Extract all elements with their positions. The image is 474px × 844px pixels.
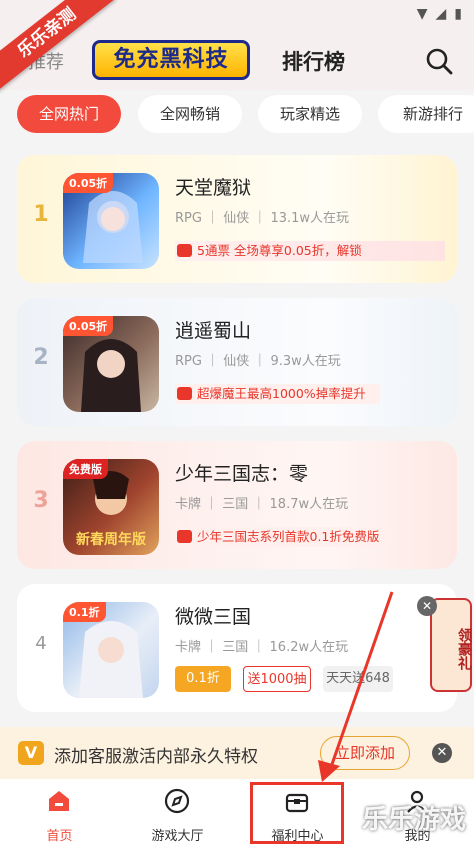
gift-float-button[interactable]: 领豪礼 bbox=[430, 598, 472, 692]
discount-badge: 免费版 bbox=[63, 459, 108, 479]
gift-label: 领豪礼 bbox=[456, 628, 472, 670]
top-header: 推荐 免充黑科技 排行榜 bbox=[0, 30, 474, 90]
signal-icon: ◢ bbox=[435, 6, 447, 22]
nav-home[interactable]: 首页 bbox=[12, 779, 107, 844]
game-card[interactable]: 4 0.1折 微微三国 卡牌 ｜ 三国 ｜ 16.2w人在玩 0.1折 送100… bbox=[17, 584, 457, 712]
service-banner: V 添加客服激活内部永久特权 立即添加 ✕ bbox=[0, 727, 474, 779]
gift-tag: 送1000抽 bbox=[243, 666, 311, 692]
game-thumbnail: 0.05折 bbox=[63, 316, 159, 412]
game-meta: RPG ｜ 仙侠 ｜ 13.1w人在玩 bbox=[175, 211, 350, 226]
game-title: 天堂魔狱 bbox=[175, 177, 252, 199]
message-icon bbox=[177, 530, 192, 543]
search-button[interactable] bbox=[424, 46, 454, 76]
home-icon bbox=[49, 791, 69, 811]
message-icon bbox=[177, 387, 192, 400]
game-card[interactable]: 1 0.05折 天堂魔狱 RPG ｜ 仙侠 ｜ 13.1w人在玩 5通票 全场尊… bbox=[17, 155, 457, 283]
rank-badge: 2 bbox=[33, 345, 49, 370]
discount-tag: 0.1折 bbox=[175, 666, 231, 692]
gift-close-button[interactable]: ✕ bbox=[417, 596, 437, 616]
message-icon bbox=[177, 244, 192, 257]
game-thumbnail: 0.05折 bbox=[63, 173, 159, 269]
compass-icon bbox=[164, 788, 190, 814]
promo-tag: 超爆魔王最高1000%掉率提升 bbox=[175, 384, 380, 404]
filter-chip-new[interactable]: 新游排行 bbox=[378, 95, 474, 133]
game-card[interactable]: 3 免费版 新春周年版 少年三国志：零 卡牌 ｜ 三国 ｜ 18.7w人在玩 少… bbox=[17, 441, 457, 569]
rank-badge: 3 bbox=[33, 488, 49, 513]
game-meta: RPG ｜ 仙侠 ｜ 9.3w人在玩 bbox=[175, 354, 341, 369]
promo-text: 少年三国志系列首款0.1折免费版 bbox=[197, 529, 380, 544]
tab-ranking[interactable]: 排行榜 bbox=[282, 46, 345, 76]
promo-text: 超爆魔王最高1000%掉率提升 bbox=[197, 386, 366, 401]
discount-badge: 0.1折 bbox=[63, 602, 106, 622]
nav-game-hall[interactable]: 游戏大厅 bbox=[130, 779, 225, 844]
nav-label: 首页 bbox=[46, 829, 73, 844]
add-now-button[interactable]: 立即添加 bbox=[320, 736, 410, 770]
discount-badge: 0.05折 bbox=[63, 316, 114, 336]
wifi-icon: ▼ bbox=[416, 6, 428, 22]
battery-icon: ▮ bbox=[454, 6, 462, 22]
banner-text: 添加客服激活内部永久特权 bbox=[54, 747, 258, 767]
watermark: 乐乐游戏 bbox=[361, 805, 466, 835]
search-icon bbox=[426, 48, 453, 75]
filter-chip-picks[interactable]: 玩家精选 bbox=[258, 95, 362, 133]
banner-close-button[interactable]: ✕ bbox=[432, 743, 452, 763]
game-thumbnail: 0.1折 bbox=[63, 602, 159, 698]
game-meta: 卡牌 ｜ 三国 ｜ 18.7w人在玩 bbox=[175, 497, 349, 512]
daily-tag: 天天送648 bbox=[323, 666, 393, 692]
nav-label: 游戏大厅 bbox=[151, 829, 204, 844]
promo-tag: 5通票 全场尊享0.05折，解锁 bbox=[175, 241, 445, 261]
highlight-box bbox=[250, 782, 344, 844]
filter-chip-hot[interactable]: 全网热门 bbox=[17, 95, 121, 133]
game-thumbnail: 免费版 新春周年版 bbox=[63, 459, 159, 555]
game-meta: 卡牌 ｜ 三国 ｜ 16.2w人在玩 bbox=[175, 640, 349, 655]
brand-logo: 免充黑科技 bbox=[92, 40, 250, 80]
promo-tag: 少年三国志系列首款0.1折免费版 bbox=[175, 527, 393, 547]
vip-icon: V bbox=[18, 741, 44, 765]
game-title: 少年三国志：零 bbox=[175, 463, 309, 485]
rank-badge: 1 bbox=[33, 202, 49, 227]
thumbnail-caption: 新春周年版 bbox=[76, 532, 146, 548]
game-card[interactable]: 2 0.05折 逍遥蜀山 RPG ｜ 仙侠 ｜ 9.3w人在玩 超爆魔王最高10… bbox=[17, 298, 457, 426]
discount-badge: 0.05折 bbox=[63, 173, 114, 193]
game-title: 逍遥蜀山 bbox=[175, 320, 252, 342]
filter-chips: 全网热门 全网畅销 玩家精选 新游排行 bbox=[0, 95, 474, 135]
game-title: 微微三国 bbox=[175, 606, 252, 628]
filter-chip-sales[interactable]: 全网畅销 bbox=[138, 95, 242, 133]
rank-number: 4 bbox=[35, 633, 47, 654]
promo-text: 5通票 全场尊享0.05折，解锁 bbox=[197, 243, 362, 258]
